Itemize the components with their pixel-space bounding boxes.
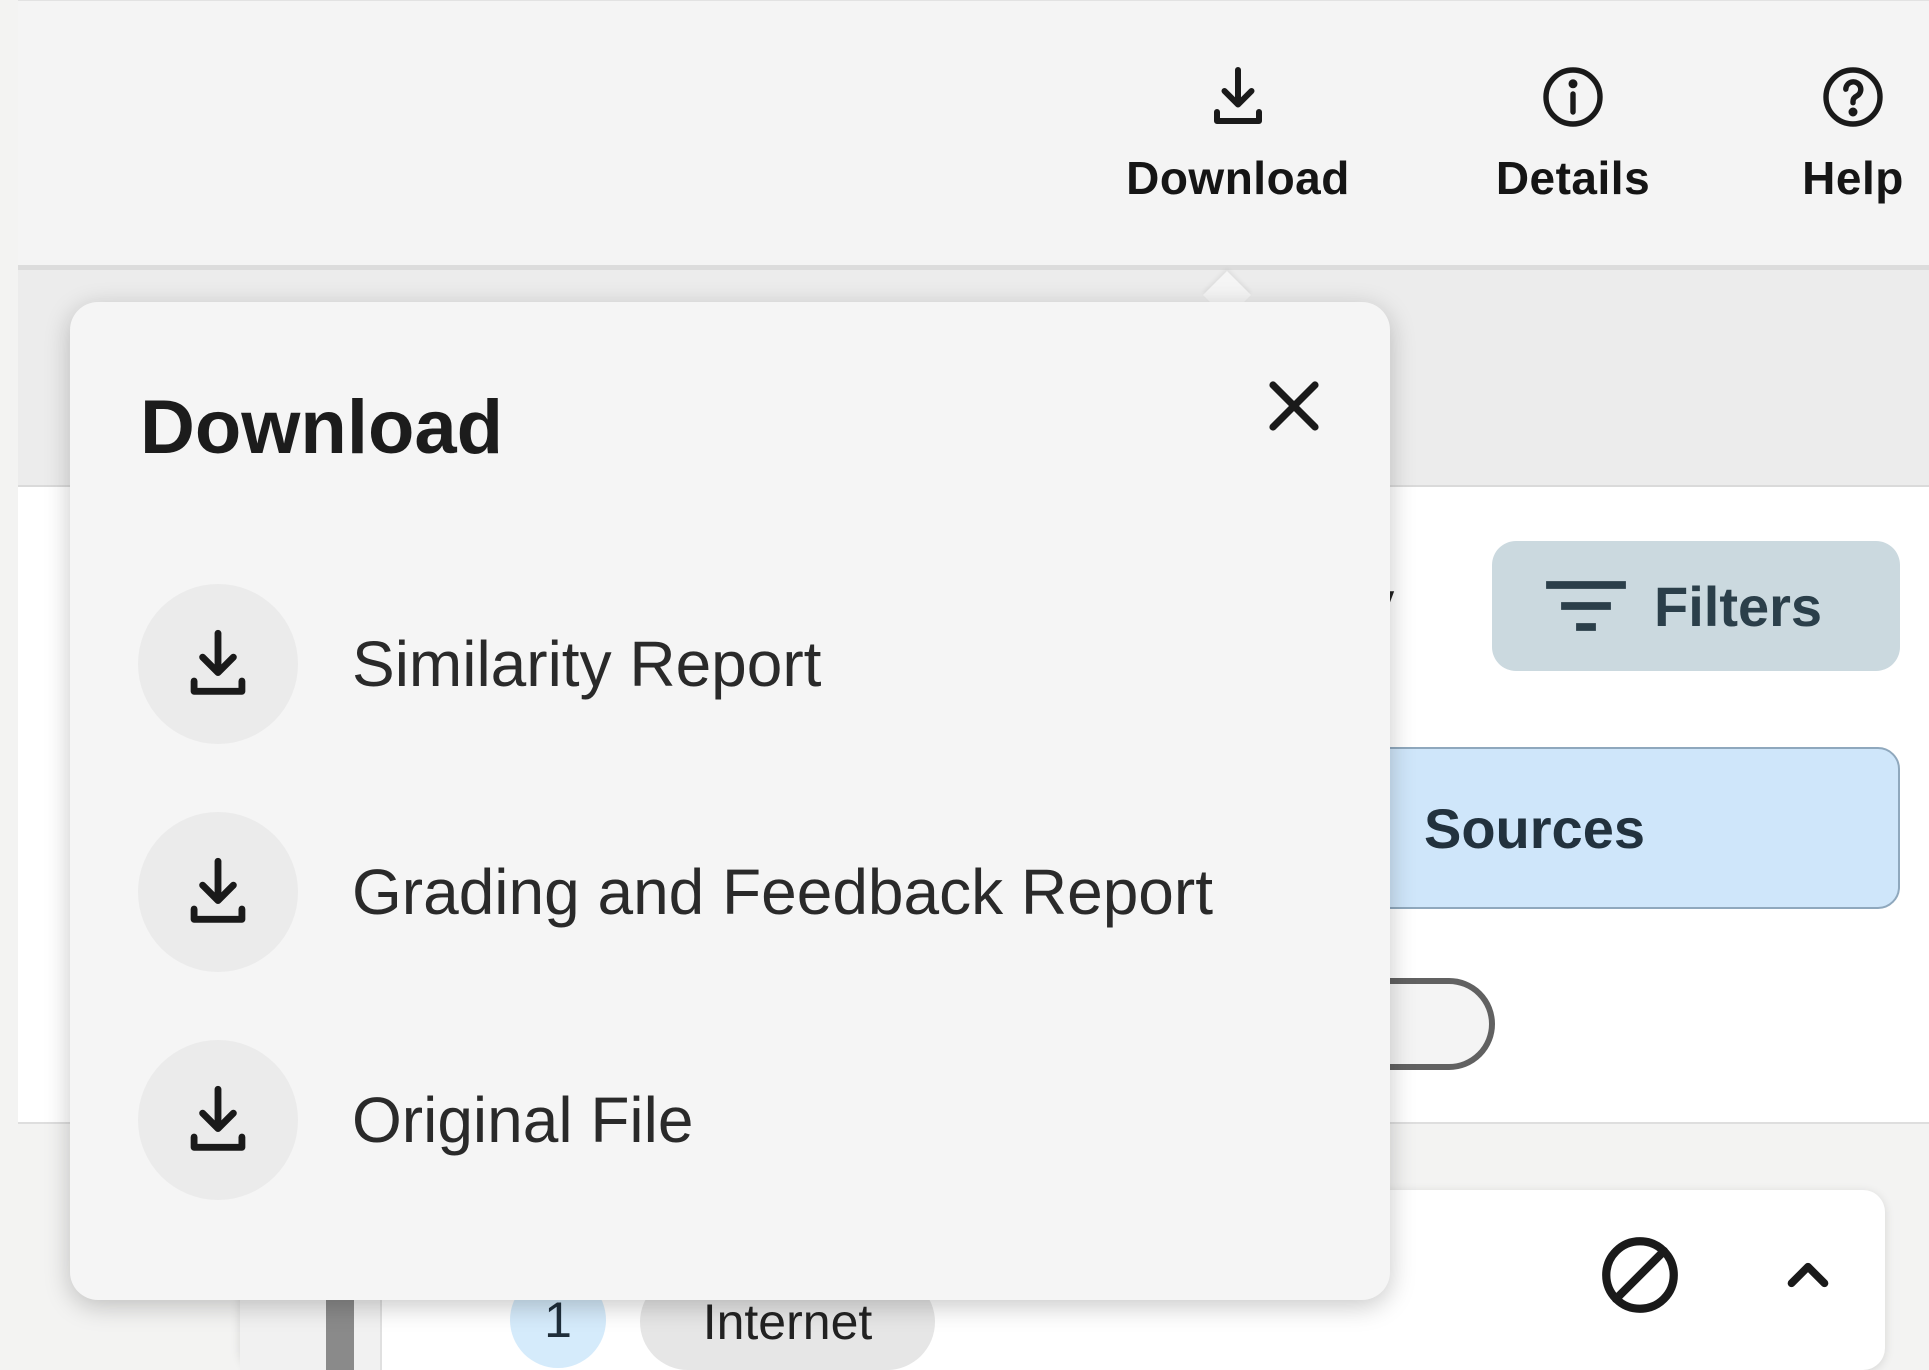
toolbar-download-button[interactable]: Download [1098,61,1378,205]
exclude-source-icon[interactable] [1595,1230,1685,1320]
download-grading-feedback-report-option[interactable]: Grading and Feedback Report [138,810,1338,974]
download-icon [1214,67,1262,124]
close-button[interactable] [1258,370,1330,442]
option-icon-circle [138,584,298,744]
sources-tab-label: Sources [1424,796,1645,860]
option-label: Original File [352,1084,694,1156]
toolbar-download-label: Download [1126,152,1350,204]
option-label: Similarity Report [352,628,822,700]
download-icon [190,1085,246,1151]
download-icon [190,629,246,695]
top-toolbar: Download Details Help [18,0,1929,270]
popover-title: Download [140,385,504,470]
source-card-match-bar [326,1290,354,1370]
toolbar-details-button[interactable]: Details [1458,61,1688,205]
download-popover: Download Similarity Report Grading and F… [70,302,1390,1300]
chevron-up-icon[interactable] [1775,1242,1841,1308]
option-icon-circle [138,812,298,972]
toolbar-help-label: Help [1802,152,1904,204]
toolbar-help-button[interactable]: Help [1778,61,1928,205]
toolbar-details-label: Details [1495,152,1651,204]
option-icon-circle [138,1040,298,1200]
filters-label: Filters [1654,574,1823,638]
info-icon [1543,67,1603,127]
help-icon [1823,67,1883,127]
filters-button[interactable]: Filters [1492,541,1900,671]
filter-icon [1546,581,1626,631]
close-icon [1269,381,1319,431]
download-similarity-report-option[interactable]: Similarity Report [138,582,1338,746]
tab-sources[interactable]: Sources [1360,747,1900,909]
download-icon [190,857,246,923]
option-label: Grading and Feedback Report [352,856,1213,928]
download-original-file-option[interactable]: Original File [138,1038,1338,1202]
